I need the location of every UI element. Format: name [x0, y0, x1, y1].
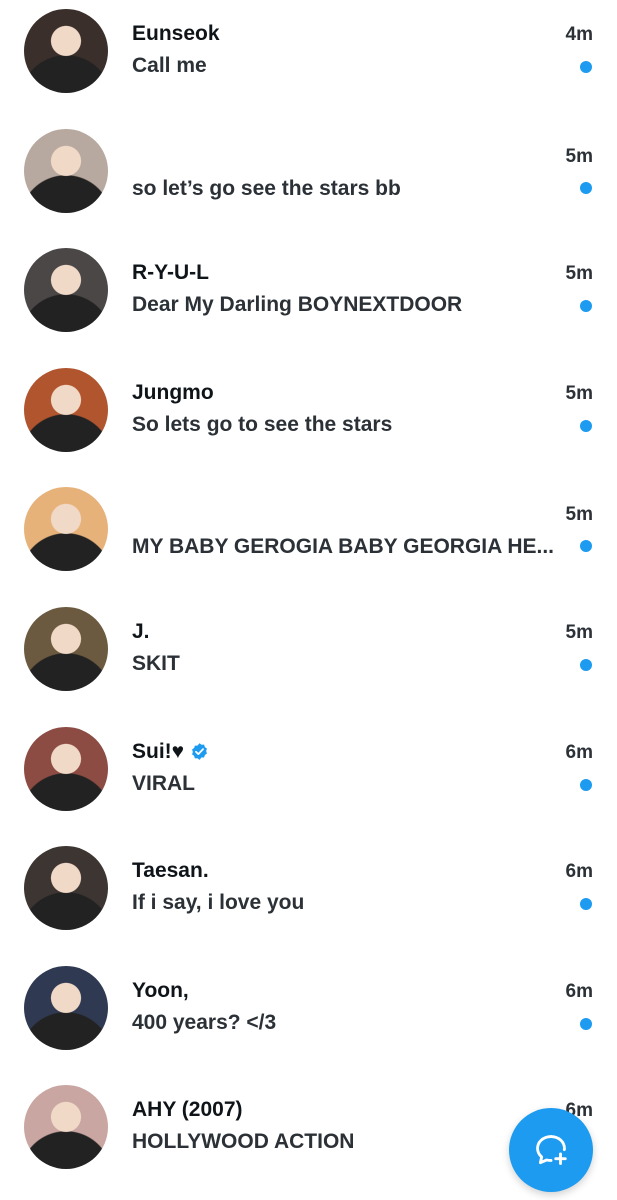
- conversation-message-preview: SKIT: [132, 652, 557, 676]
- conversation-message-preview: HOLLYWOOD ACTION: [132, 1130, 557, 1154]
- conversation-message-preview: so let’s go see the stars bb: [132, 177, 557, 201]
- avatar[interactable]: [24, 129, 108, 213]
- unread-dot-icon: [580, 659, 592, 671]
- conversation-time: 5m: [566, 263, 593, 285]
- conversation-time: 6m: [566, 981, 593, 1003]
- conversation-message-preview: 400 years? </3: [132, 1011, 557, 1035]
- unread-dot-icon: [580, 61, 592, 73]
- unread-dot-icon: [580, 420, 592, 432]
- conversation-message-preview: If i say, i love you: [132, 891, 557, 915]
- conversation-row[interactable]: Jungmo 5m So lets go to see the stars: [0, 359, 617, 479]
- avatar[interactable]: [24, 727, 108, 811]
- conversation-name-text: Eunseok: [132, 22, 220, 46]
- conversation-time: 5m: [566, 622, 593, 644]
- conversation-time: 4m: [566, 24, 593, 46]
- conversation-message-preview: So lets go to see the stars: [132, 413, 557, 437]
- conversation-message-preview: Dear My Darling BOYNEXTDOOR: [132, 293, 557, 317]
- unread-dot-icon: [580, 779, 592, 791]
- conversation-name: Jungmo: [132, 381, 214, 405]
- avatar[interactable]: [24, 846, 108, 930]
- conversation-name: Yoon,: [132, 979, 189, 1003]
- conversation-name: J.: [132, 620, 150, 644]
- conversation-name-text: R-Y-U-L: [132, 261, 209, 285]
- conversation-name-text: Sui!♥: [132, 740, 184, 764]
- conversation-name: R-Y-U-L: [132, 261, 209, 285]
- conversation-time: 5m: [566, 383, 593, 405]
- conversation-name-text: AHY (2007): [132, 1098, 243, 1122]
- conversation-message-preview: MY BABY GEROGIA BABY GEORGIA HE...: [132, 535, 557, 559]
- conversation-time: 5m: [566, 146, 593, 168]
- verified-badge-icon: [190, 742, 209, 761]
- conversation-row[interactable]: Taesan. 6m If i say, i love you: [0, 837, 617, 957]
- conversation-row[interactable]: J. 5m SKIT: [0, 598, 617, 718]
- conversation-name: Eunseok: [132, 22, 220, 46]
- avatar[interactable]: [24, 248, 108, 332]
- conversation-name-text: Taesan.: [132, 859, 209, 883]
- conversation-row[interactable]: Yoon, 6m 400 years? </3: [0, 957, 617, 1077]
- conversation-name: AHY (2007): [132, 1098, 243, 1122]
- conversation-time: 6m: [566, 861, 593, 883]
- avatar[interactable]: [24, 607, 108, 691]
- conversation-message-preview: Call me: [132, 54, 557, 78]
- unread-dot-icon: [580, 182, 592, 194]
- conversation-row[interactable]: 5m so let’s go see the stars bb: [0, 120, 617, 240]
- unread-dot-icon: [580, 300, 592, 312]
- unread-dot-icon: [580, 898, 592, 910]
- avatar[interactable]: [24, 966, 108, 1050]
- conversation-time: 6m: [566, 742, 593, 764]
- avatar[interactable]: [24, 1085, 108, 1169]
- new-message-icon: [532, 1131, 570, 1169]
- conversation-message-preview: VIRAL: [132, 772, 557, 796]
- conversation-time: 5m: [566, 504, 593, 526]
- avatar[interactable]: [24, 487, 108, 571]
- conversation-name: Taesan.: [132, 859, 209, 883]
- unread-dot-icon: [580, 1018, 592, 1030]
- new-message-button[interactable]: [509, 1108, 593, 1192]
- avatar[interactable]: [24, 9, 108, 93]
- conversation-name: Sui!♥: [132, 740, 209, 764]
- conversation-name-text: Jungmo: [132, 381, 214, 405]
- conversation-row[interactable]: Sui!♥ 6m VIRAL: [0, 718, 617, 838]
- conversation-name-text: J.: [132, 620, 150, 644]
- unread-dot-icon: [580, 540, 592, 552]
- messages-screen: Eunseok 4m Call me 5m so let’s go see the st…: [0, 0, 617, 1200]
- conversation-name-text: Yoon,: [132, 979, 189, 1003]
- conversation-row[interactable]: R-Y-U-L 5m Dear My Darling BOYNEXTDOOR: [0, 239, 617, 359]
- avatar[interactable]: [24, 368, 108, 452]
- conversation-row[interactable]: Eunseok 4m Call me: [0, 0, 617, 120]
- conversation-row[interactable]: 5m MY BABY GEROGIA BABY GEORGIA HE...: [0, 478, 617, 598]
